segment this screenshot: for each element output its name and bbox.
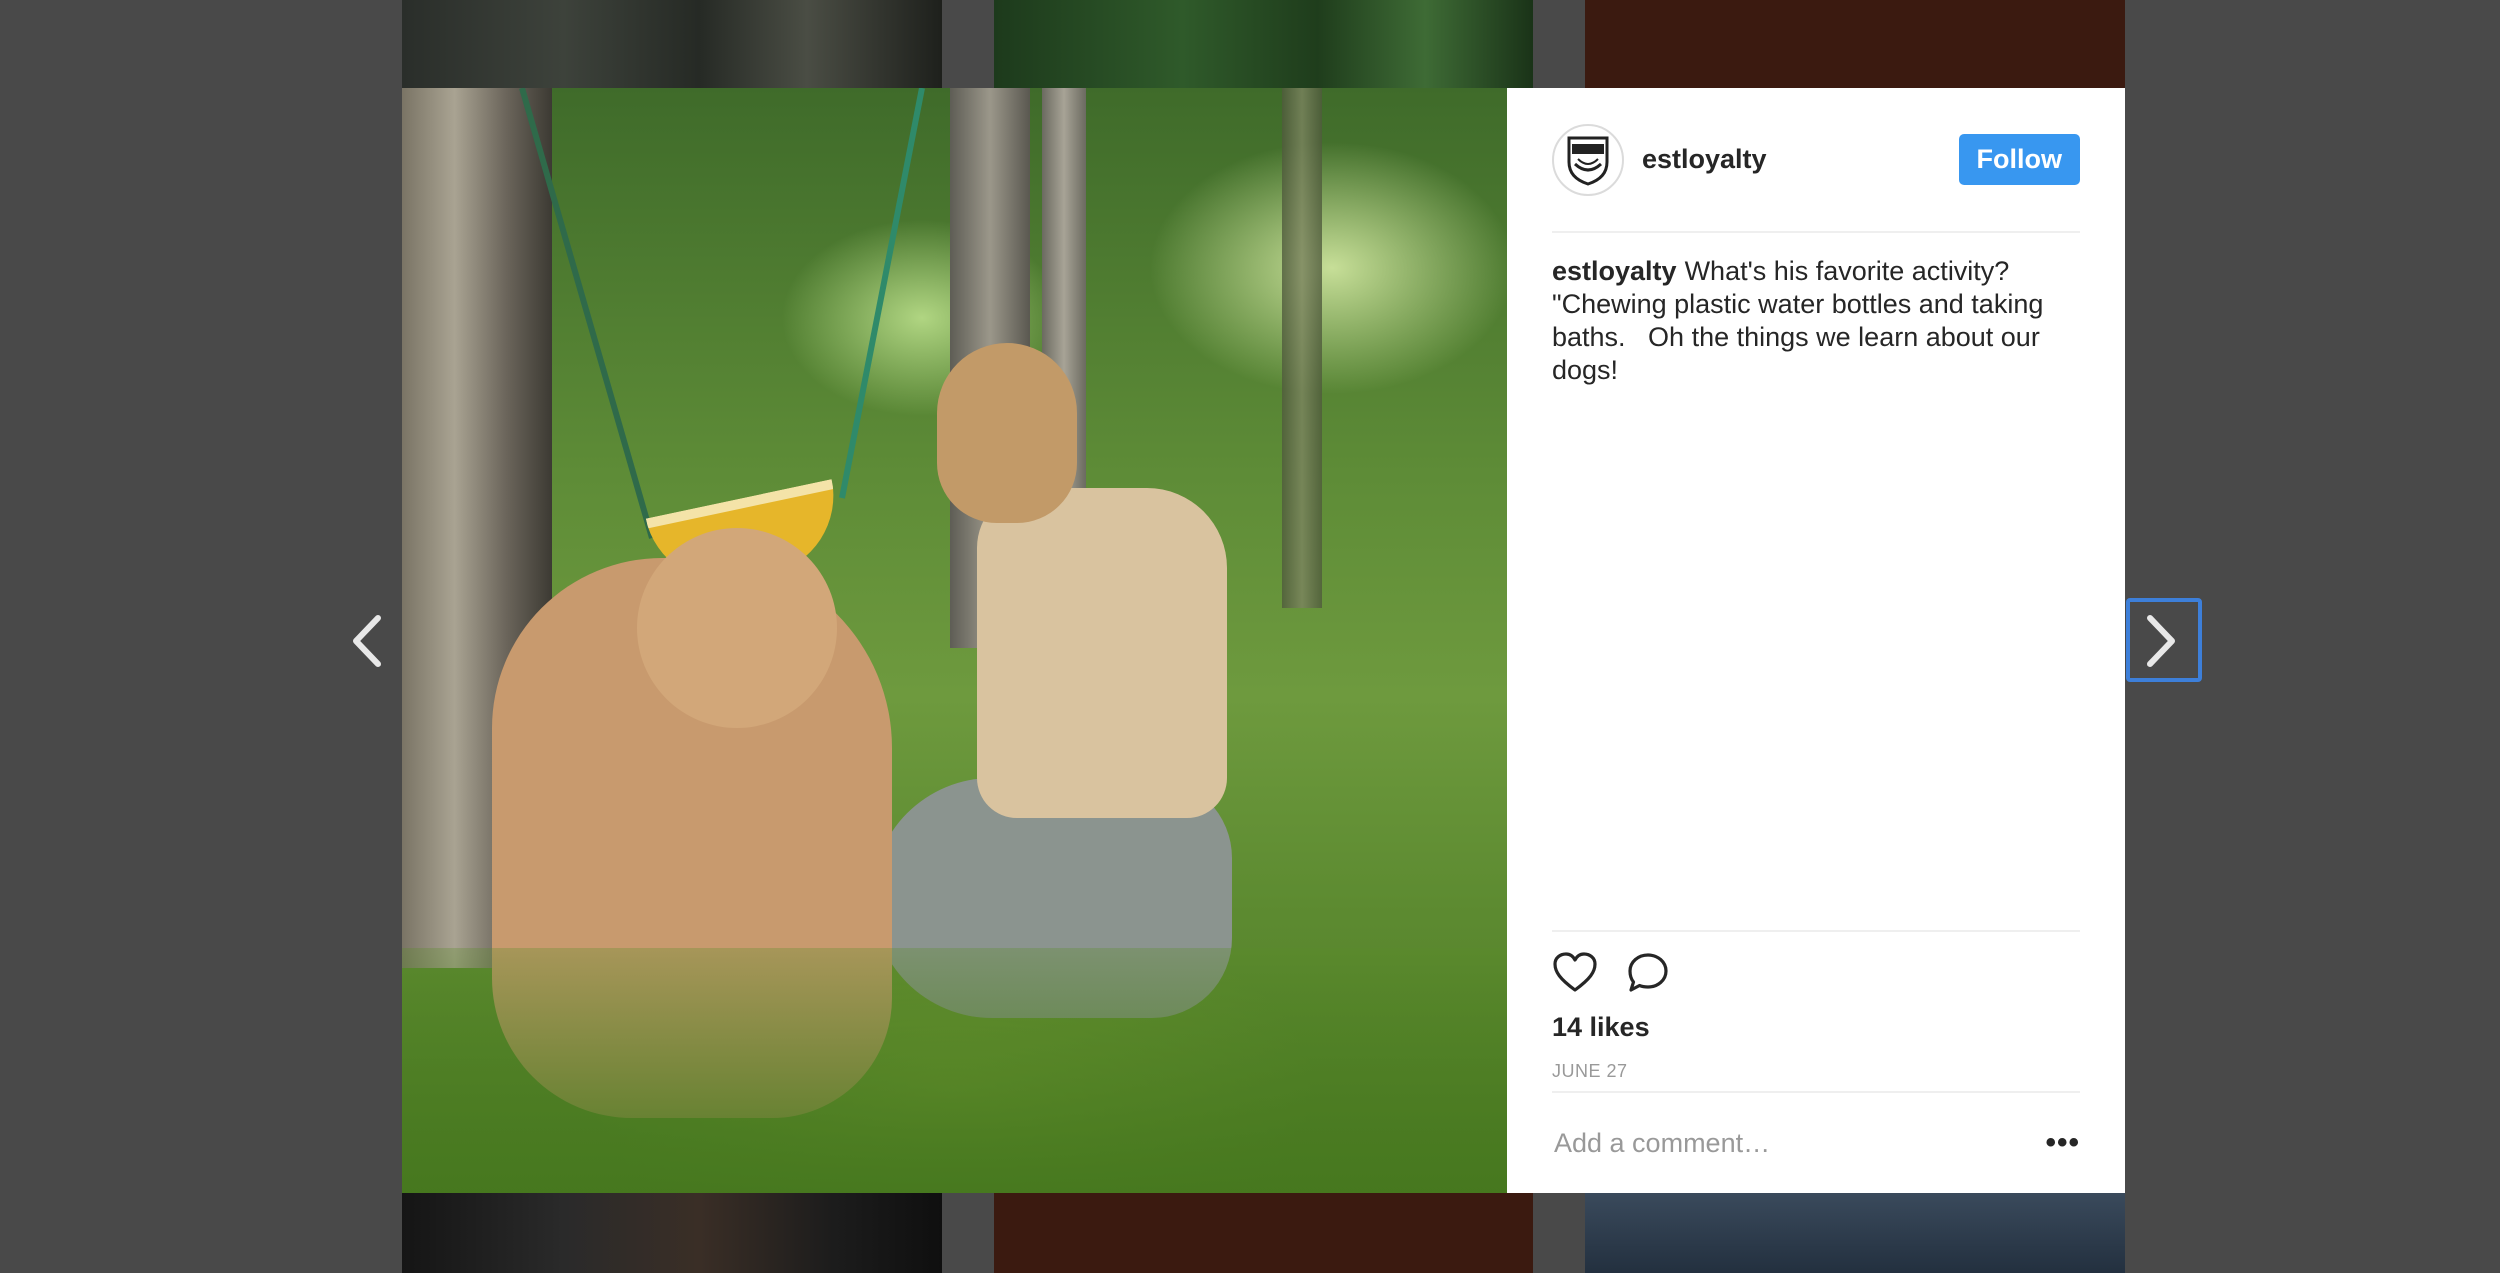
post-modal: estloyalty Follow estloyalty What's his f… xyxy=(402,88,2125,1193)
grid-thumbnail[interactable] xyxy=(402,0,942,88)
photo-dog-head xyxy=(637,528,837,728)
photo-woman-head xyxy=(937,343,1077,523)
comment-button[interactable] xyxy=(1626,951,1670,1000)
photo-grass xyxy=(402,948,1507,1193)
avatar[interactable] xyxy=(1552,123,1624,196)
heart-icon xyxy=(1553,951,1597,992)
photo-woman xyxy=(977,488,1227,818)
grid-thumbnail[interactable] xyxy=(994,1193,1533,1273)
likes-count[interactable]: 14 likes xyxy=(1552,1012,2080,1043)
comment-form: ••• xyxy=(1552,1091,2080,1193)
next-post-button[interactable] xyxy=(2140,606,2184,676)
comment-bubble-icon xyxy=(1628,952,1668,992)
shield-logo-icon xyxy=(1567,136,1609,186)
like-button[interactable] xyxy=(1552,951,1598,999)
post-photo[interactable] xyxy=(402,88,1507,1193)
post-header: estloyalty Follow xyxy=(1552,88,2080,233)
chevron-right-icon xyxy=(2147,615,2175,667)
follow-button[interactable]: Follow xyxy=(1958,134,2080,185)
grid-thumbnail[interactable] xyxy=(402,1193,942,1273)
post-caption: estloyalty What's his favorite activity? … xyxy=(1552,255,2080,387)
action-icons xyxy=(1552,950,2080,1000)
post-date[interactable]: JUNE 27 xyxy=(1552,1061,2080,1082)
caption-username[interactable]: estloyalty xyxy=(1552,256,1677,286)
post-actions: 14 likes JUNE 27 xyxy=(1552,930,2080,1082)
comment-input[interactable] xyxy=(1552,1126,2046,1160)
more-options-button[interactable]: ••• xyxy=(2045,1126,2080,1160)
grid-thumbnail[interactable] xyxy=(1585,0,2125,88)
previous-post-button[interactable] xyxy=(344,606,388,676)
username-link[interactable]: estloyalty xyxy=(1642,144,1767,175)
grid-thumbnail[interactable] xyxy=(1585,1193,2125,1273)
chevron-left-icon xyxy=(353,615,381,667)
grid-thumbnail[interactable] xyxy=(994,0,1533,88)
post-side-panel: estloyalty Follow estloyalty What's his f… xyxy=(1507,88,2125,1193)
